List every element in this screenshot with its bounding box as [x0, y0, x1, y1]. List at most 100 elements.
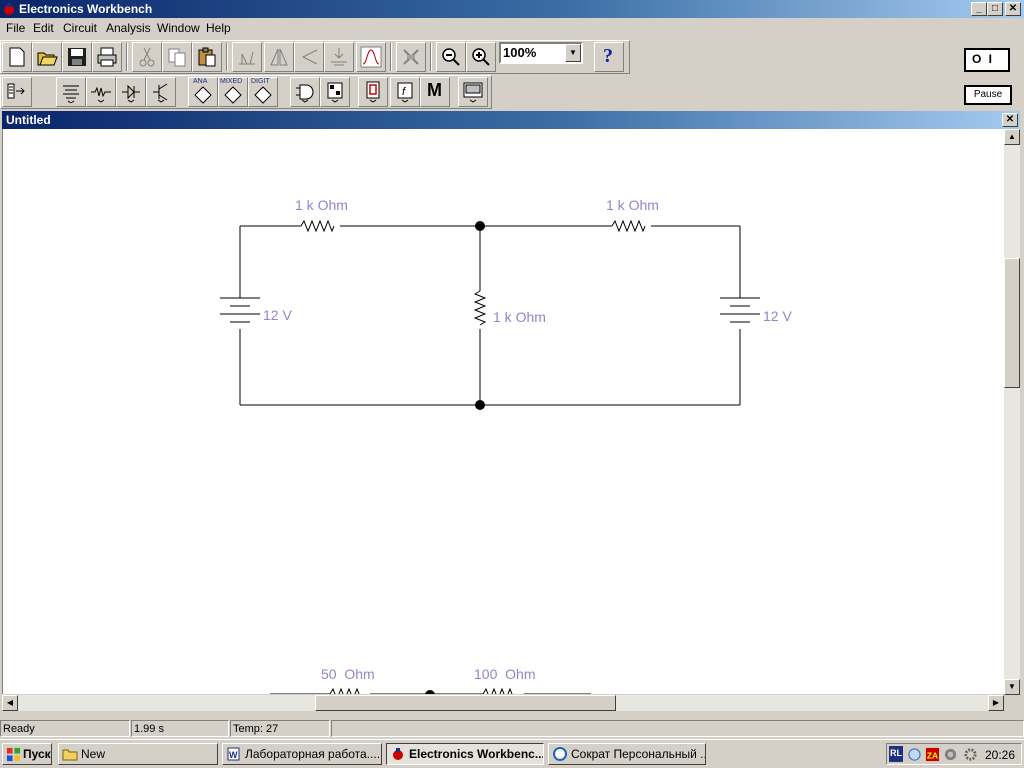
scroll-down-button[interactable]: ▼: [1004, 679, 1020, 695]
close-button[interactable]: ✕: [1005, 2, 1021, 16]
battery-left[interactable]: [220, 297, 260, 323]
menu-analysis[interactable]: Analysis: [106, 21, 151, 35]
clock[interactable]: 20:26: [985, 748, 1015, 762]
component-properties-button[interactable]: [396, 42, 426, 72]
app-icon: [393, 748, 403, 760]
new-button[interactable]: [2, 42, 32, 72]
paste-icon: [198, 47, 216, 67]
paste-button[interactable]: [192, 42, 222, 72]
start-button[interactable]: Пуск: [2, 743, 52, 765]
junction-node[interactable]: [475, 400, 485, 410]
task-lab-document[interactable]: W Лабораторная работа....: [222, 743, 382, 765]
document-title: Untitled: [6, 113, 51, 127]
window-title: Electronics Workbench: [19, 2, 153, 16]
battery-right[interactable]: [720, 297, 760, 323]
instruments-bin-button[interactable]: [458, 77, 488, 107]
toolbar-separator: [430, 43, 432, 71]
indicators-bin-button[interactable]: [358, 77, 388, 107]
pause-button[interactable]: Pause: [964, 85, 1012, 105]
rotate-button[interactable]: [232, 42, 262, 72]
minimize-button[interactable]: _: [971, 2, 987, 16]
flip-horizontal-button[interactable]: [264, 42, 294, 72]
mixed-ics-bin-button[interactable]: MIXED: [218, 77, 248, 107]
diodes-bin-button[interactable]: [116, 77, 146, 107]
resistor-bin-icon: [91, 86, 111, 103]
digital-ics-bin-button[interactable]: DIGIT: [248, 77, 278, 107]
component-properties-icon: [403, 49, 419, 65]
new-icon: [9, 47, 25, 67]
resistor-lower-2[interactable]: [482, 687, 516, 694]
menu-edit[interactable]: Edit: [33, 21, 54, 35]
task-sokrat[interactable]: Сократ Персональный ...: [548, 743, 706, 765]
junction-node[interactable]: [475, 221, 485, 231]
horizontal-scroll-thumb[interactable]: [315, 695, 616, 711]
menu-window[interactable]: Window: [157, 21, 200, 35]
basic-bin-button[interactable]: [86, 77, 116, 107]
graph-button[interactable]: [356, 42, 386, 72]
task-label: Electronics Workbenc...: [409, 747, 544, 761]
toolbar-separator: [126, 43, 128, 71]
miscellaneous-bin-button[interactable]: M: [420, 77, 450, 107]
save-button[interactable]: [62, 42, 92, 72]
subcircuit-button[interactable]: [324, 42, 354, 72]
resistor-top-left[interactable]: [300, 219, 335, 233]
translator-icon: [553, 747, 567, 761]
logic-gates-bin-button[interactable]: [290, 77, 320, 107]
circuit-diagram: 1 k Ohm 1 k Ohm 1 k Ohm 12 V 12 V 50 Ohm…: [220, 197, 792, 694]
zoom-in-button[interactable]: [466, 42, 496, 72]
zonealarm-icon[interactable]: ZA: [925, 747, 940, 762]
open-button[interactable]: [32, 42, 62, 72]
horizontal-scrollbar[interactable]: ◀ ▶: [2, 695, 1004, 711]
zoom-select[interactable]: 100% ▼: [499, 42, 583, 64]
chevron-down-icon[interactable]: ▼: [565, 44, 581, 62]
scroll-left-button[interactable]: ◀: [2, 695, 18, 711]
settings-icon[interactable]: [963, 747, 978, 762]
junction-node[interactable]: [425, 690, 435, 694]
flip-vertical-button[interactable]: [294, 42, 324, 72]
sources-bin-button[interactable]: [56, 77, 86, 107]
task-new[interactable]: New: [58, 743, 218, 765]
help-button[interactable]: ?: [594, 42, 624, 72]
scroll-up-button[interactable]: ▲: [1004, 129, 1020, 145]
analog-bin-label: ANA: [193, 78, 208, 85]
menu-help[interactable]: Help: [206, 21, 231, 35]
app-icon: [4, 3, 14, 15]
cut-icon: [139, 47, 155, 67]
vertical-scrollbar[interactable]: ▲ ▼: [1004, 129, 1020, 695]
task-electronics-workbench[interactable]: Electronics Workbenc...: [386, 743, 544, 765]
document-close-button[interactable]: ✕: [1002, 113, 1018, 127]
rotate-icon: [239, 51, 255, 65]
analog-ic-icon: [194, 86, 212, 104]
cut-button[interactable]: [132, 42, 162, 72]
language-indicator[interactable]: RL: [889, 746, 903, 762]
copy-button[interactable]: [162, 42, 192, 72]
network-icon[interactable]: [907, 747, 922, 762]
mixed-ic-icon: [224, 86, 242, 104]
scroll-right-button[interactable]: ▶: [988, 695, 1004, 711]
battery-right-label: 12 V: [763, 308, 792, 324]
power-switch[interactable]: O I: [964, 48, 1010, 72]
print-button[interactable]: [92, 42, 122, 72]
menu-circuit[interactable]: Circuit: [63, 21, 97, 35]
analog-ics-bin-button[interactable]: ANA: [188, 77, 218, 107]
zoom-out-icon: [442, 48, 460, 66]
svg-text:W: W: [229, 750, 238, 760]
transistors-bin-button[interactable]: [146, 77, 176, 107]
resistor-middle-label: 1 k Ohm: [493, 309, 546, 325]
open-icon: [37, 52, 58, 66]
digital-bin-button[interactable]: [320, 77, 350, 107]
resistor-middle[interactable]: [473, 290, 487, 326]
windows-logo-icon: [6, 747, 21, 762]
zoom-out-button[interactable]: [436, 42, 466, 72]
favorites-bin-button[interactable]: [2, 77, 32, 107]
resistor-top-right[interactable]: [611, 219, 646, 233]
resistor-lower-1[interactable]: [329, 687, 363, 694]
menu-file[interactable]: File: [6, 21, 25, 35]
controls-bin-button[interactable]: f: [390, 77, 420, 107]
print-icon: [97, 47, 117, 67]
antivirus-icon[interactable]: [943, 747, 958, 762]
vertical-scroll-thumb[interactable]: [1004, 258, 1020, 388]
document-title-bar: Untitled ✕: [2, 111, 1020, 129]
circuit-canvas[interactable]: 1 k Ohm 1 k Ohm 1 k Ohm 12 V 12 V 50 Ohm…: [2, 129, 1004, 694]
restore-button[interactable]: □: [987, 2, 1003, 16]
